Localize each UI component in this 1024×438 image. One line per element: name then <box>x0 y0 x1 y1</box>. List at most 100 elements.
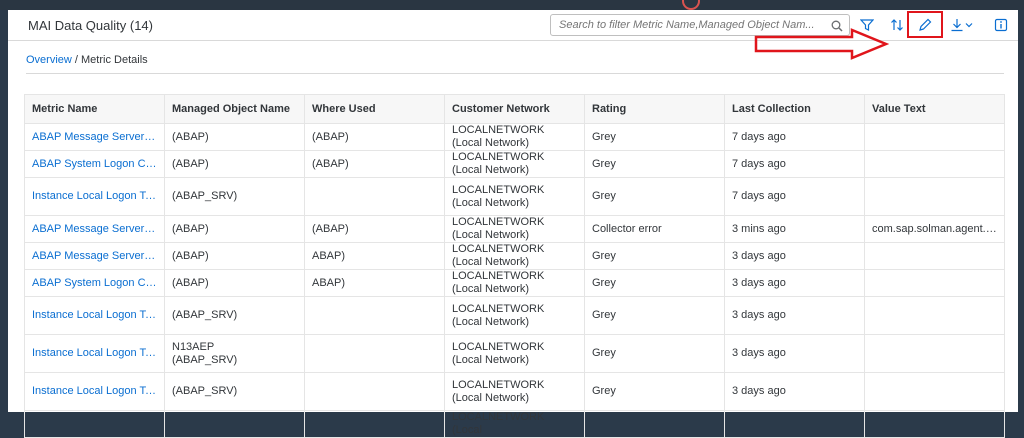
cell-value-text <box>864 123 1005 151</box>
top-bar <box>0 0 1024 10</box>
cell-managed-object-name: (ABAP_SRV) <box>164 177 305 216</box>
managed-object-line-2: (ABAP_SRV) <box>172 385 238 397</box>
cell-rating: Grey <box>584 123 725 151</box>
cell-value-text <box>864 150 1005 178</box>
cell-metric-name[interactable]: Instance Local Logon Test <box>24 177 165 216</box>
cell-value-text <box>864 177 1005 216</box>
table-header-row: Metric Name Managed Object Name Where Us… <box>24 94 1005 124</box>
cell-where-used: ABAP) <box>304 242 445 270</box>
table-row[interactable]: Instance Local Logon Test (ABAP_SRV) LOCAL… <box>24 177 1005 216</box>
cell-where-used: (ABAP) <box>304 123 445 151</box>
cell-managed-object-name: (ABAP) <box>164 215 305 243</box>
divider <box>26 73 1004 74</box>
cell-customer-network: LOCALNETWORK (Local Network) <box>444 372 585 411</box>
cell-customer-network: LOCALNETWORK (Local Network) <box>444 177 585 216</box>
cell-last-collection: 7 days ago <box>724 123 865 151</box>
cell-rating: Grey <box>584 150 725 178</box>
table-row[interactable]: ABAP System Logon Check (ABAP) (ABAP) LOCAL… <box>24 150 1005 178</box>
managed-object-line-2: (ABAP) <box>172 276 209 289</box>
breadcrumb-current: Metric Details <box>81 54 148 66</box>
cell-managed-object-name: (ABAP) <box>164 150 305 178</box>
cell-where-used: ABAP) <box>304 269 445 297</box>
managed-object-line-2: (ABAP_SRV) <box>172 309 238 321</box>
cell-metric-name[interactable]: ABAP Message Server Ht... <box>24 123 165 151</box>
cell-rating: Grey <box>584 296 725 335</box>
table-row[interactable]: Instance Local Logon Test (ABAP_SRV) LOCAL… <box>24 372 1005 411</box>
cell-last-collection: 7 days ago <box>724 177 865 216</box>
cell-rating: Grey <box>584 269 725 297</box>
chevron-down-icon[interactable] <box>962 15 976 35</box>
cell-customer-network: LOCALNETWORK (Local <box>444 410 585 438</box>
column-header-where-used[interactable]: Where Used <box>304 94 445 124</box>
column-header-last-collection[interactable]: Last Collection <box>724 94 865 124</box>
cell-managed-object-name <box>164 410 305 438</box>
breadcrumb: Overview / Metric Details <box>26 54 148 66</box>
managed-object-line-2: (ABAP_SRV) <box>172 190 238 202</box>
table-row[interactable]: Instance Local Logon Test N13AEP (ABAP_SRV… <box>24 334 1005 373</box>
cell-rating <box>584 410 725 438</box>
cell-managed-object-name: (ABAP) <box>164 269 305 297</box>
cell-rating: Grey <box>584 242 725 270</box>
cell-metric-name[interactable]: Instance Local Logon Test <box>24 372 165 411</box>
table-row[interactable]: ABAP Message Server Ht... (ABAP) (ABAP) LOC… <box>24 123 1005 151</box>
cell-last-collection: 3 days ago <box>724 296 865 335</box>
cell-metric-name[interactable]: Instance Local Logon Test <box>24 334 165 373</box>
edit-highlight-box <box>907 11 943 38</box>
cell-where-used <box>304 177 445 216</box>
cell-last-collection: 3 days ago <box>724 372 865 411</box>
cell-metric-name[interactable] <box>24 410 165 438</box>
column-header-value-text[interactable]: Value Text <box>864 94 1005 124</box>
cell-metric-name[interactable]: ABAP System Logon Check <box>24 150 165 178</box>
managed-object-line-1: N13AEP <box>172 340 215 353</box>
cell-last-collection: 3 days ago <box>724 269 865 297</box>
cell-metric-name[interactable]: Instance Local Logon Test <box>24 296 165 335</box>
cell-customer-network: LOCALNETWORK (Local Network) <box>444 215 585 243</box>
cell-managed-object-name: (ABAP_SRV) <box>164 372 305 411</box>
panel-title: MAI Data Quality (14) <box>28 18 153 33</box>
cell-last-collection: 3 days ago <box>724 334 865 373</box>
managed-object-line-2: (ABAP) <box>172 249 209 262</box>
table-row[interactable]: LOCALNETWORK (Local <box>24 410 1005 438</box>
sort-icon[interactable] <box>886 15 908 35</box>
cell-where-used <box>304 334 445 373</box>
cell-managed-object-name: (ABAP) <box>164 123 305 151</box>
cell-managed-object-name: (ABAP_SRV) <box>164 296 305 335</box>
cell-where-used: (ABAP) <box>304 150 445 178</box>
cell-where-used <box>304 296 445 335</box>
managed-object-line-2: (ABAP) <box>172 222 209 235</box>
column-header-rating[interactable]: Rating <box>584 94 725 124</box>
cell-value-text <box>864 296 1005 335</box>
annotation-arrow <box>754 28 889 60</box>
cell-customer-network: LOCALNETWORK (Local Network) <box>444 296 585 335</box>
cell-rating: Grey <box>584 334 725 373</box>
column-header-metric-name[interactable]: Metric Name <box>24 94 165 124</box>
cell-where-used <box>304 410 445 438</box>
column-header-managed-object-name[interactable]: Managed Object Name <box>164 94 305 124</box>
cell-value-text <box>864 372 1005 411</box>
cell-rating: Grey <box>584 372 725 411</box>
column-header-customer-network[interactable]: Customer Network <box>444 94 585 124</box>
info-icon[interactable] <box>990 15 1012 35</box>
table-row[interactable]: ABAP System Logon Check (ABAP) ABAP) LOCALN… <box>24 269 1005 297</box>
cell-customer-network: LOCALNETWORK (Local Network) <box>444 334 585 373</box>
cell-metric-name[interactable]: ABAP Message Server Ht... <box>24 242 165 270</box>
data-quality-panel: MAI Data Quality (14) Overv <box>8 10 1018 438</box>
table-row[interactable]: ABAP Message Server Ht... (ABAP) ABAP) LOCA… <box>24 242 1005 270</box>
cell-value-text: com.sap.solman.agent.m... <box>864 215 1005 243</box>
cell-customer-network: LOCALNETWORK (Local Network) <box>444 269 585 297</box>
cell-value-text <box>864 269 1005 297</box>
cell-metric-name[interactable]: ABAP System Logon Check <box>24 269 165 297</box>
cell-managed-object-name: N13AEP (ABAP_SRV) <box>164 334 305 373</box>
cell-last-collection <box>724 410 865 438</box>
managed-object-line-2: (ABAP) <box>172 130 209 143</box>
cell-metric-name[interactable]: ABAP Message Server Ht... <box>24 215 165 243</box>
cell-last-collection: 3 mins ago <box>724 215 865 243</box>
managed-object-line-2: (ABAP) <box>172 157 209 170</box>
breadcrumb-separator: / <box>71 54 82 66</box>
cell-customer-network: LOCALNETWORK (Local Network) <box>444 242 585 270</box>
table-row[interactable]: Instance Local Logon Test (ABAP_SRV) LOCAL… <box>24 296 1005 335</box>
cell-value-text <box>864 334 1005 373</box>
breadcrumb-overview-link[interactable]: Overview <box>26 54 72 66</box>
table-row[interactable]: ABAP Message Server Ht... (ABAP) (ABAP) LOC… <box>24 215 1005 243</box>
notification-icon <box>682 0 700 10</box>
